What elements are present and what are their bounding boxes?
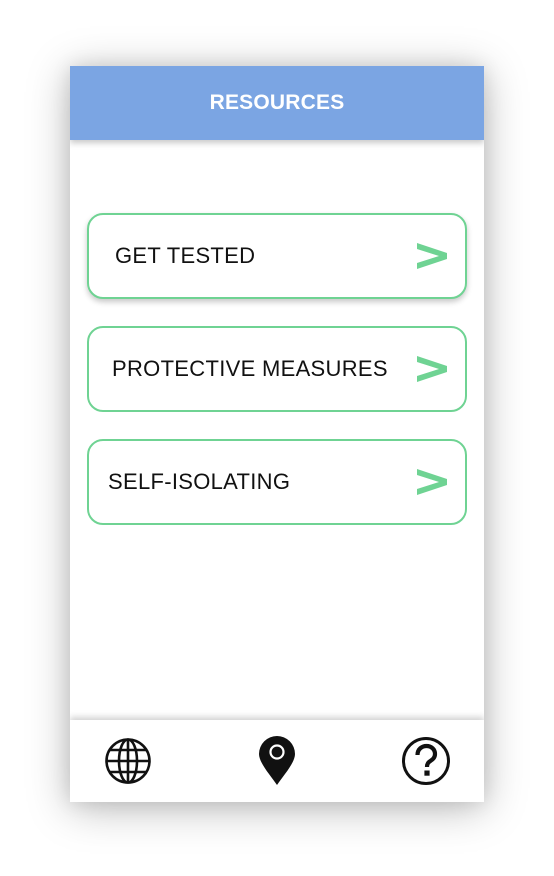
globe-icon[interactable] — [104, 737, 152, 785]
chevron-right-icon — [417, 356, 447, 382]
protective-measures-label: PROTECTIVE MEASURES — [112, 356, 388, 381]
bottom-nav-bar — [70, 720, 484, 802]
app-header: RESOURCES — [70, 66, 484, 140]
chevron-right-icon — [417, 469, 447, 495]
protective-measures-button[interactable]: PROTECTIVE MEASURES — [87, 326, 467, 412]
self-isolating-button[interactable]: SELF-ISOLATING — [87, 439, 467, 525]
app-screen: RESOURCES GET TESTED PROTECTIVE MEASURES… — [70, 66, 484, 802]
help-icon[interactable] — [401, 736, 451, 786]
chevron-right-icon — [417, 243, 447, 269]
map-pin-icon[interactable] — [258, 736, 296, 786]
get-tested-label: GET TESTED — [115, 243, 256, 268]
get-tested-button[interactable]: GET TESTED — [87, 213, 467, 299]
self-isolating-label: SELF-ISOLATING — [108, 469, 291, 494]
page-title: RESOURCES — [209, 91, 345, 114]
resource-list: GET TESTED PROTECTIVE MEASURES SELF-ISOL… — [87, 213, 467, 552]
